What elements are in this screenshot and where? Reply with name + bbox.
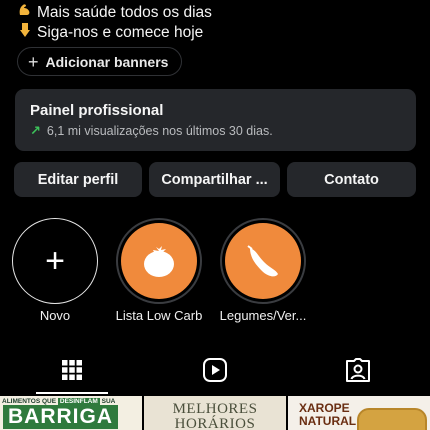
post-highlight-text: DESINFLAM — [57, 398, 100, 405]
dashboard-title: Painel profissional — [30, 102, 164, 119]
bio-line-2: Siga-nos e comece hoje — [18, 22, 212, 43]
post-thumbnail[interactable]: MELHORES HORÁRIOS — [144, 396, 286, 430]
vegetable-icon — [247, 245, 278, 277]
reels-icon — [202, 358, 227, 382]
post-caption-top: ALIMENTOS QUE DESINFLAM SUA — [2, 398, 115, 405]
highlight-cover — [225, 223, 301, 299]
tagged-person-icon — [345, 358, 370, 382]
honey-jar-image — [357, 408, 427, 430]
post-thumbnail[interactable]: ALIMENTOS QUE DESINFLAM SUA BARRIGA — [0, 396, 142, 430]
edit-profile-label: Editar perfil — [37, 171, 119, 188]
post-headline-2: NATURAL — [299, 414, 357, 428]
flexed-biceps-icon — [18, 2, 35, 22]
add-banners-button[interactable]: + Adicionar banners — [17, 47, 182, 76]
share-profile-label: Compartilhar ... — [161, 171, 268, 188]
new-highlight-ring: + — [12, 218, 98, 304]
post-headline: XAROPE NATURAL — [299, 402, 356, 428]
highlight-cover — [121, 223, 197, 299]
add-banners-label: Adicionar banners — [45, 53, 169, 70]
bio-text-1: Mais saúde todos os dias — [37, 3, 212, 21]
tab-tagged[interactable] — [286, 346, 429, 394]
tab-reels[interactable] — [143, 346, 286, 394]
highlight-label: Novo — [39, 308, 71, 323]
dashboard-stats: ↗ 6,1 mi visualizações nos últimos 30 di… — [30, 123, 416, 139]
post-text: SUA — [101, 398, 116, 405]
highlight-label: Legumes/Ver... — [219, 308, 307, 323]
grid-icon — [61, 360, 82, 380]
tomato-icon — [144, 246, 174, 277]
highlight-ring — [220, 218, 306, 304]
professional-dashboard[interactable]: Painel profissional ↗ 6,1 mi visualizaçõ… — [15, 89, 416, 151]
bio-line-1: Mais saúde todos os dias — [18, 2, 212, 22]
highlight-low-carb[interactable]: Lista Low Carb — [104, 218, 214, 323]
bio-text-2: Siga-nos e comece hoje — [37, 24, 204, 41]
post-headline: BARRIGA — [3, 405, 118, 429]
highlight-vegetables[interactable]: Legumes/Ver... — [208, 218, 318, 323]
edit-profile-button[interactable]: Editar perfil — [14, 162, 142, 197]
highlight-ring — [116, 218, 202, 304]
plus-icon: + — [28, 51, 39, 72]
post-text: ALIMENTOS QUE — [2, 398, 57, 405]
post-thumbnail[interactable]: XAROPE NATURAL — [288, 396, 430, 430]
contact-button[interactable]: Contato — [287, 162, 416, 197]
trend-up-icon: ↗ — [30, 123, 41, 138]
posts-grid: ALIMENTOS QUE DESINFLAM SUA BARRIGA MELH… — [0, 396, 430, 430]
share-profile-button[interactable]: Compartilhar ... — [149, 162, 280, 197]
post-headline-2: HORÁRIOS — [174, 416, 256, 430]
active-tab-indicator — [36, 392, 108, 394]
plus-icon: + — [45, 242, 65, 280]
pointing-down-icon — [18, 22, 35, 43]
contact-label: Contato — [324, 171, 379, 188]
highlight-new[interactable]: + Novo — [0, 218, 110, 323]
profile-tabs — [0, 346, 430, 394]
profile-bio: Mais saúde todos os dias Siga-nos e come… — [18, 2, 212, 43]
highlight-label: Lista Low Carb — [115, 308, 203, 323]
profile-actions: Editar perfil Compartilhar ... Contato — [14, 162, 416, 197]
story-highlights: + Novo Lista Low Carb Legumes/Ver... — [0, 218, 430, 328]
dashboard-subtitle: 6,1 mi visualizações nos últimos 30 dias… — [46, 124, 273, 138]
tab-grid[interactable] — [0, 346, 143, 394]
